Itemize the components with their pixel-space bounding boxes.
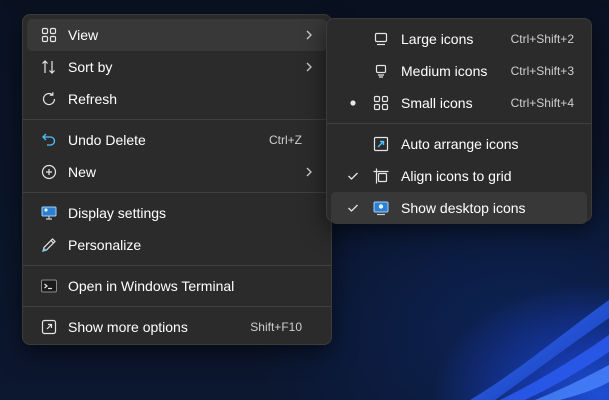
view-grid-icon <box>41 27 57 43</box>
menu-item-label: Sort by <box>68 59 113 75</box>
view-submenu: Large icons Ctrl+Shift+2 Medium icons Ct… <box>326 18 592 224</box>
menu-item-refresh[interactable]: Refresh <box>27 83 327 115</box>
shortcut-text: Ctrl+Z <box>269 133 302 147</box>
align-grid-icon <box>373 168 389 184</box>
desktop-context-menu: View Sort by Refresh Undo Delete Ctrl+Z … <box>22 14 332 345</box>
menu-separator <box>23 192 331 193</box>
large-icons-icon <box>373 31 389 47</box>
checkmark-icon <box>347 168 359 184</box>
menu-item-new[interactable]: New <box>27 156 327 188</box>
menu-separator <box>23 119 331 120</box>
menu-item-label: Undo Delete <box>68 132 146 148</box>
submenu-item-large-icons[interactable]: Large icons Ctrl+Shift+2 <box>331 23 587 55</box>
chevron-right-icon <box>305 61 313 73</box>
small-icons-icon <box>373 95 389 111</box>
shortcut-text: Shift+F10 <box>250 320 302 334</box>
submenu-item-auto-arrange[interactable]: Auto arrange icons <box>331 128 587 160</box>
menu-item-personalize[interactable]: Personalize <box>27 229 327 261</box>
new-plus-icon <box>41 164 57 180</box>
menu-item-label: New <box>68 164 97 180</box>
menu-item-label: Refresh <box>68 91 118 107</box>
menu-item-label: Large icons <box>401 31 474 47</box>
refresh-icon <box>41 91 57 107</box>
auto-arrange-icon <box>373 136 389 152</box>
menu-item-label: Small icons <box>401 95 473 111</box>
menu-separator <box>327 123 591 124</box>
menu-item-open-terminal[interactable]: Open in Windows Terminal <box>27 270 327 302</box>
shortcut-text: Ctrl+Shift+4 <box>510 96 574 110</box>
chevron-right-icon <box>305 29 313 41</box>
menu-item-undo-delete[interactable]: Undo Delete Ctrl+Z <box>27 124 327 156</box>
menu-item-sort-by[interactable]: Sort by <box>27 51 327 83</box>
menu-item-label: Show more options <box>68 319 188 335</box>
menu-item-label: Personalize <box>68 237 142 253</box>
sort-icon <box>41 59 57 75</box>
menu-item-label: Align icons to grid <box>401 168 512 184</box>
medium-icons-icon <box>373 63 389 79</box>
undo-icon <box>41 132 57 148</box>
shortcut-text: Ctrl+Shift+3 <box>510 64 574 78</box>
submenu-item-align-grid[interactable]: Align icons to grid <box>331 160 587 192</box>
shortcut-text: Ctrl+Shift+2 <box>510 32 574 46</box>
menu-item-label: Medium icons <box>401 63 488 79</box>
selected-bullet-icon <box>347 95 359 111</box>
display-settings-icon <box>41 205 57 221</box>
menu-item-display-settings[interactable]: Display settings <box>27 197 327 229</box>
menu-item-label: Display settings <box>68 205 167 221</box>
menu-separator <box>23 265 331 266</box>
checkmark-icon <box>347 200 359 216</box>
terminal-icon <box>41 278 57 294</box>
show-more-options-icon <box>41 319 57 335</box>
menu-item-label: View <box>68 27 99 43</box>
menu-item-label: Show desktop icons <box>401 200 526 216</box>
menu-item-label: Auto arrange icons <box>401 136 519 152</box>
menu-item-view[interactable]: View <box>27 19 327 51</box>
menu-item-show-more-options[interactable]: Show more options Shift+F10 <box>27 311 327 343</box>
show-desktop-icons-icon <box>373 200 389 216</box>
chevron-right-icon <box>305 166 313 178</box>
personalize-pen-icon <box>41 237 57 253</box>
submenu-item-small-icons[interactable]: Small icons Ctrl+Shift+4 <box>331 87 587 119</box>
submenu-item-medium-icons[interactable]: Medium icons Ctrl+Shift+3 <box>331 55 587 87</box>
menu-separator <box>23 306 331 307</box>
submenu-item-show-desktop-icons[interactable]: Show desktop icons <box>331 192 587 224</box>
menu-item-label: Open in Windows Terminal <box>68 278 235 294</box>
